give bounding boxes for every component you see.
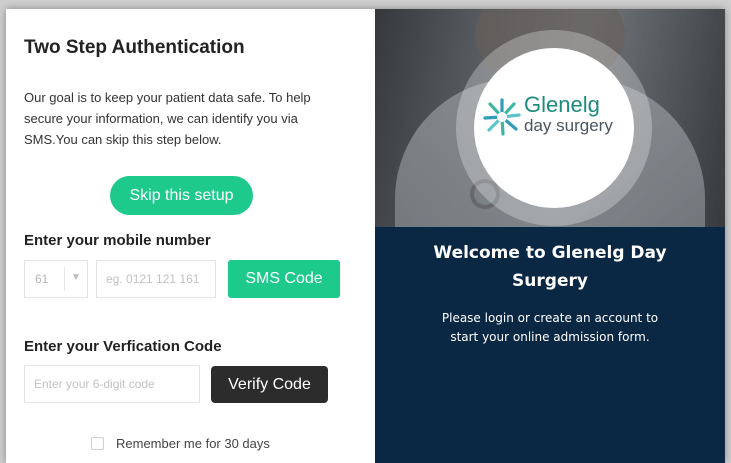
- subtext-line-1: Please login or create an account to: [441, 311, 659, 325]
- mobile-number-input[interactable]: [96, 260, 216, 298]
- two-step-panel: Two Step Authentication Our goal is to k…: [6, 9, 375, 463]
- logo-name: Glenelg: [524, 92, 600, 117]
- remember-me-checkbox[interactable]: [91, 436, 104, 450]
- chevron-down-icon: ▼: [71, 272, 81, 283]
- sms-code-button[interactable]: SMS Code: [228, 260, 340, 298]
- page-title: Two Step Authentication: [24, 37, 245, 58]
- doctor-photo: Glenelg day surgery: [375, 9, 725, 227]
- welcome-subtext: Please login or create an account to sta…: [375, 309, 725, 347]
- brand-logo: Glenelg day surgery: [474, 48, 634, 208]
- remember-me-label: Remember me for 30 days: [116, 435, 270, 451]
- auth-description: Our goal is to keep your patient data sa…: [24, 90, 311, 147]
- subtext-line-2: start your online admission form.: [450, 330, 650, 344]
- login-card: Two Step Authentication Our goal is to k…: [6, 9, 725, 463]
- country-code-value: 61: [35, 272, 49, 286]
- skip-setup-button[interactable]: Skip this setup: [110, 176, 253, 215]
- welcome-line-1: Welcome to Glenelg Day: [433, 243, 667, 263]
- logo-subtitle: day surgery: [524, 116, 613, 135]
- mobile-number-label: Enter your mobile number: [24, 232, 211, 249]
- welcome-panel: Glenelg day surgery Welcome to Glenelg D…: [375, 9, 725, 463]
- glenelg-starburst-icon: [483, 98, 521, 136]
- country-code-select[interactable]: 61 ▼: [24, 260, 88, 298]
- verification-code-input[interactable]: [24, 365, 200, 403]
- verification-code-label: Enter your Verfication Code: [24, 338, 222, 355]
- select-divider: [64, 267, 65, 291]
- remember-me-row[interactable]: Remember me for 30 days: [91, 434, 270, 452]
- welcome-line-2: Surgery: [512, 271, 588, 291]
- verify-code-button[interactable]: Verify Code: [211, 366, 328, 403]
- welcome-heading: Welcome to Glenelg Day Surgery: [375, 239, 725, 295]
